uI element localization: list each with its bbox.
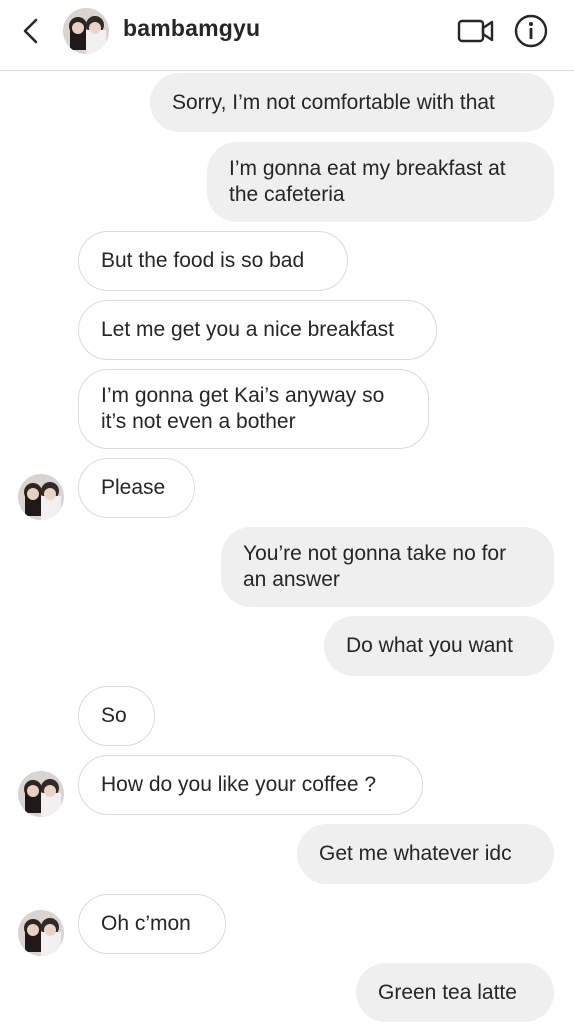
message-bubble-incoming[interactable]: But the food is so bad	[78, 231, 348, 291]
message-bubble-incoming[interactable]: I’m gonna get Kai’s anyway so it’s not e…	[78, 369, 429, 449]
message-text: Do what you want	[346, 634, 513, 657]
profile-photo	[63, 8, 109, 54]
message-text: But the food is so bad	[101, 249, 305, 272]
sender-avatar[interactable]	[18, 771, 64, 817]
message-bubble-incoming[interactable]: How do you like your coffee ?	[78, 755, 423, 815]
video-call-button[interactable]	[457, 16, 495, 46]
message-text: Get me whatever idc	[319, 842, 512, 865]
chat-header: bambamgyu	[0, 0, 574, 71]
message-text: Green tea latte	[378, 980, 517, 1004]
message-bubble-outgoing[interactable]: Do what you want	[324, 616, 554, 676]
message-bubble-outgoing[interactable]: Green tea latte	[356, 963, 554, 1022]
message-text: Please	[101, 476, 166, 499]
message-bubble-outgoing[interactable]: I’m gonna eat my breakfast at the cafete…	[207, 142, 554, 222]
chat-username[interactable]: bambamgyu	[123, 15, 260, 42]
message-text: So	[101, 704, 127, 727]
info-button[interactable]	[513, 13, 549, 49]
message-bubble-outgoing[interactable]: Get me whatever idc	[297, 824, 554, 884]
message-bubble-incoming[interactable]: Oh c’mon	[78, 894, 226, 954]
info-icon	[514, 14, 548, 48]
message-text: Sorry, I’m not comfortable with that	[172, 90, 495, 114]
profile-photo	[18, 474, 64, 520]
message-text: Oh c’mon	[101, 912, 191, 935]
message-bubble-outgoing[interactable]: Sorry, I’m not comfortable with that	[150, 73, 554, 132]
sender-avatar[interactable]	[18, 910, 64, 956]
message-text: Let me get you a nice breakfast	[101, 318, 395, 341]
message-bubble-outgoing[interactable]: You’re not gonna take no for an answer	[221, 527, 554, 607]
profile-photo	[18, 910, 64, 956]
message-text: You’re not gonna take no for an answer	[243, 542, 507, 591]
profile-photo	[18, 771, 64, 817]
message-bubble-incoming[interactable]: Let me get you a nice breakfast	[78, 300, 437, 360]
message-bubble-incoming[interactable]: So	[78, 686, 155, 746]
message-text: How do you like your coffee ?	[101, 773, 377, 796]
chevron-left-icon	[23, 18, 38, 44]
header-avatar[interactable]	[63, 8, 109, 54]
message-text: I’m gonna eat my breakfast at the cafete…	[229, 157, 506, 206]
sender-avatar[interactable]	[18, 474, 64, 520]
message-text: I’m gonna get Kai’s anyway so it’s not e…	[101, 384, 385, 433]
message-bubble-incoming[interactable]: Please	[78, 458, 195, 518]
video-camera-icon	[457, 19, 494, 43]
back-button[interactable]	[18, 16, 46, 46]
